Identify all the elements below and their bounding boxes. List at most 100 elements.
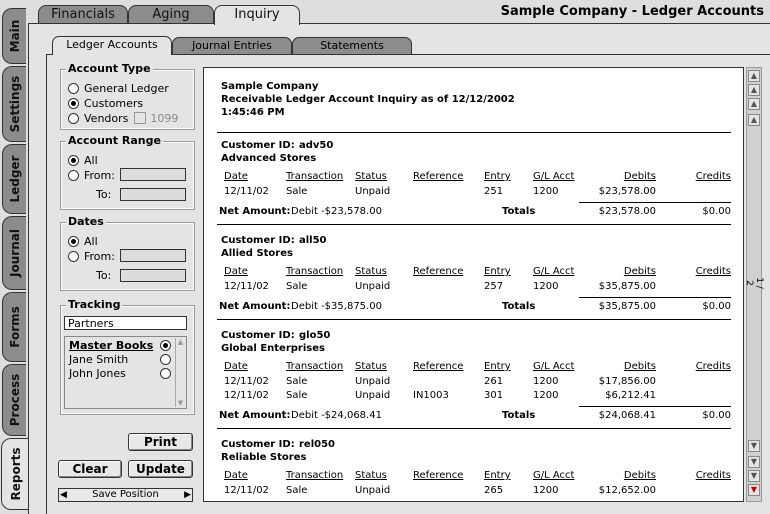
totals-divider [579,202,731,203]
section-divider [217,428,731,429]
side-tab-process[interactable]: Process [2,364,26,436]
dates-from-input[interactable] [120,249,186,262]
cell-entry[interactable]: 257 [484,281,503,292]
subtab-statements[interactable]: Statements [292,37,412,54]
tracking-item-jane-smith[interactable]: Jane Smith [69,353,128,366]
cell-gl[interactable]: 1200 [533,186,558,197]
radio-customers[interactable]: Customers [68,96,143,110]
cell-status[interactable]: Unpaid [355,376,390,387]
radio-vendors[interactable]: Vendors 1099 [68,111,178,125]
column-header-credits: Credits [695,361,731,372]
tracking-list[interactable]: Master Books Jane Smith John Jones ▲ ▼ [64,336,187,409]
scroll-line-up-icon[interactable]: ▲ [748,114,760,126]
dates-title: Dates [66,215,106,228]
cell-status[interactable]: Unpaid [355,186,390,197]
cell-debits[interactable]: $23,578.00 [599,186,656,197]
update-button[interactable]: Update [128,460,193,478]
report-scrollbar[interactable]: ▲ ▲ ▲ ▲ 1 / 2 ▼ ▼ ▼ ▼ [744,67,764,502]
cell-debits[interactable]: $12,652.00 [599,485,656,496]
customer-name: Global Enterprises [221,343,325,354]
scroll-up-icon[interactable]: ▲ [176,338,185,346]
clear-button[interactable]: Clear [58,460,122,478]
prev-arrow-icon[interactable]: ◀ [60,489,67,501]
side-tab-ledger[interactable]: Ledger [2,144,26,214]
cell-gl[interactable]: 1200 [533,281,558,292]
column-header-date: Date [224,361,248,372]
dates-radio-all[interactable]: All [68,234,98,248]
cell-gl[interactable]: 1200 [533,485,558,496]
scroll-line-down-icon[interactable]: ▼ [748,440,760,452]
side-tab-forms[interactable]: Forms [2,292,26,362]
dates-radio-from[interactable]: From: [68,249,115,263]
subtab-ledger-accounts[interactable]: Ledger Accounts [52,36,172,55]
scroll-down-icon[interactable]: ▼ [176,399,185,407]
cell-transaction[interactable]: Sale [286,281,307,292]
range-to-label: To: [96,188,112,201]
tab-aging[interactable]: Aging [128,5,214,23]
next-arrow-icon[interactable]: ▶ [184,489,191,501]
cell-status[interactable]: Unpaid [355,281,390,292]
cell-date[interactable]: 12/11/02 [224,281,269,292]
print-button[interactable]: Print [128,433,193,451]
column-header-transaction: Transaction [286,361,344,372]
cell-entry[interactable]: 261 [484,376,503,387]
column-header-entry: Entry [484,171,511,182]
save-position-bar[interactable]: ◀ Save Position ▶ [58,488,193,502]
cell-debits[interactable]: $6,212.41 [605,390,656,401]
report-company: Sample Company [221,81,319,92]
net-amount-value: Debit -$24,068.41 [291,410,382,421]
master-books-radio-icon[interactable] [160,340,171,351]
tab-inquiry[interactable]: Inquiry [214,5,300,25]
scroll-top-icon[interactable]: ▲ [748,70,760,82]
cell-entry[interactable]: 301 [484,390,503,401]
cell-transaction[interactable]: Sale [286,376,307,387]
cell-gl[interactable]: 1200 [533,390,558,401]
scroll-up-icon[interactable]: ▲ [748,98,760,110]
radio-selected-icon [68,235,79,247]
side-tab-journal[interactable]: Journal [2,216,26,290]
tracking-group: Tracking Partners Master Books Jane Smit… [60,298,195,415]
cell-transaction[interactable]: Sale [286,390,307,401]
tracking-item-john-jones[interactable]: John Jones [69,367,126,380]
cell-entry[interactable]: 251 [484,186,503,197]
range-to-input[interactable] [120,188,186,201]
cell-transaction[interactable]: Sale [286,186,307,197]
radio-icon [68,112,79,124]
side-tab-main[interactable]: Main [2,8,26,64]
cell-date[interactable]: 12/11/02 [224,186,269,197]
dates-to-input[interactable] [120,269,186,282]
subtab-journal-entries[interactable]: Journal Entries [172,37,292,54]
column-header-credits: Credits [695,470,731,481]
jane-smith-radio-icon[interactable] [160,354,171,365]
tracking-list-header[interactable]: Master Books [69,339,153,352]
report-title: Receivable Ledger Account Inquiry as of … [221,94,515,105]
tracking-input[interactable]: Partners [64,316,187,330]
cell-entry[interactable]: 265 [484,485,503,496]
range-radio-all[interactable]: All [68,153,98,167]
cell-date[interactable]: 12/11/02 [224,390,269,401]
tab-financials[interactable]: Financials [38,5,128,23]
scroll-page-up-icon[interactable]: ▲ [748,84,760,96]
cell-reference[interactable]: IN1003 [413,390,449,401]
column-header-entry: Entry [484,266,511,277]
side-tab-settings[interactable]: Settings [2,66,26,142]
customer-id-value: glo50 [299,330,331,341]
scroll-down-icon[interactable]: ▼ [748,456,760,468]
cell-transaction[interactable]: Sale [286,485,307,496]
range-radio-from[interactable]: From: [68,168,115,182]
radio-general-ledger[interactable]: General Ledger [68,81,169,95]
side-tab-reports[interactable]: Reports [1,438,29,510]
scroll-bottom-icon[interactable]: ▼ [748,484,760,496]
scroll-page-down-icon[interactable]: ▼ [748,470,760,482]
cell-debits[interactable]: $35,875.00 [599,281,656,292]
cell-debits[interactable]: $17,856.00 [599,376,656,387]
john-jones-radio-icon[interactable] [160,368,171,379]
cell-date[interactable]: 12/11/02 [224,376,269,387]
cell-status[interactable]: Unpaid [355,390,390,401]
cell-date[interactable]: 12/11/02 [224,485,269,496]
tracking-list-scrollbar[interactable]: ▲ ▼ [175,338,185,407]
range-from-input[interactable] [120,168,186,181]
checkbox-1099[interactable] [134,112,147,124]
cell-status[interactable]: Unpaid [355,485,390,496]
cell-gl[interactable]: 1200 [533,376,558,387]
